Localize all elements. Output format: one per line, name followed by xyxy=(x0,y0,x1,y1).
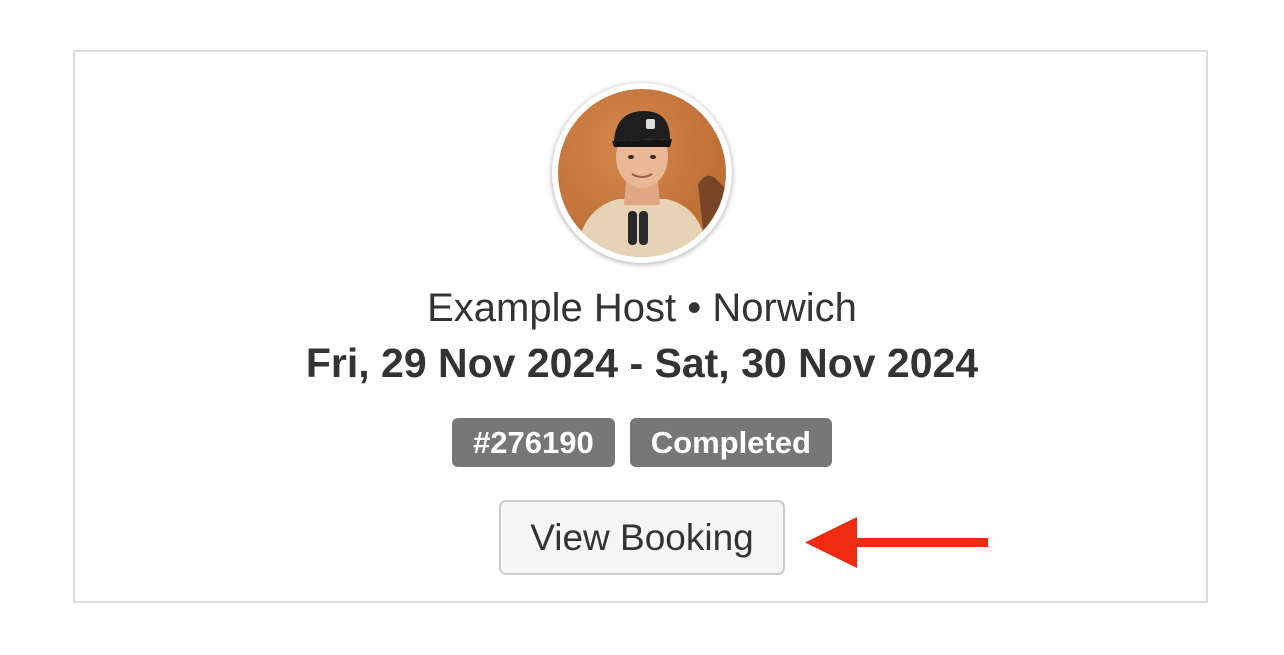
view-booking-button[interactable]: View Booking xyxy=(499,500,785,575)
host-location-line: Example Host • Norwich xyxy=(0,283,1284,333)
left-arrow-icon xyxy=(805,517,988,568)
badge-row: #276190 Completed xyxy=(0,418,1284,467)
separator-dot: • xyxy=(687,286,702,330)
host-avatar xyxy=(552,83,732,263)
booking-id-badge: #276190 xyxy=(452,418,615,467)
host-avatar-photo xyxy=(558,89,726,257)
host-name: Example Host xyxy=(427,286,677,330)
status-badge: Completed xyxy=(629,418,832,467)
booking-dates: Fri, 29 Nov 2024 - Sat, 30 Nov 2024 xyxy=(305,340,979,386)
host-location: Norwich xyxy=(712,286,857,330)
